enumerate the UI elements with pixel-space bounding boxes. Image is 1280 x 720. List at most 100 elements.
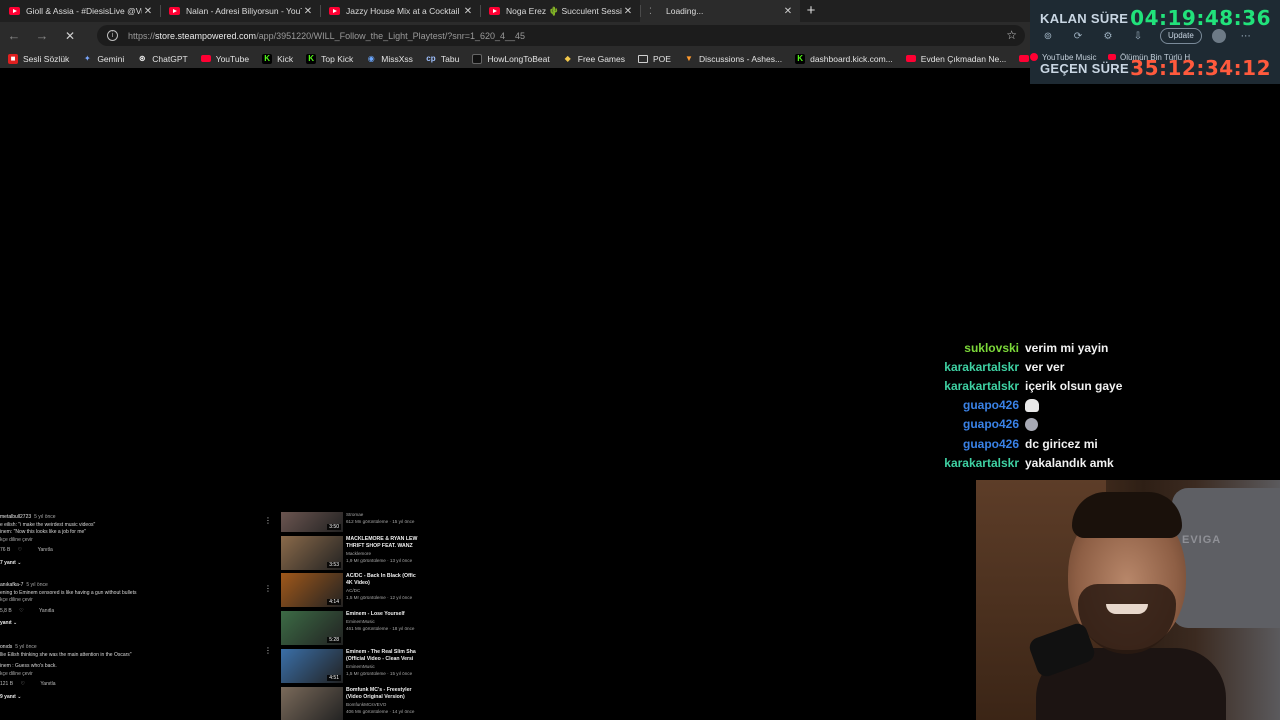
bookmark-star-icon[interactable]: ☆ <box>1006 28 1017 42</box>
video-title[interactable]: Eminem - The Real Slim Sha (Official Vid… <box>346 649 418 663</box>
gamepad-icon[interactable]: ⊚ <box>1040 31 1056 42</box>
view-replies-toggle[interactable]: 9 yanıt ⌄ <box>0 694 270 702</box>
reply-button[interactable]: Yanıtla <box>40 681 55 687</box>
recommended-video[interactable]: Bomfunk MC's - Freestyler (Video Origina… <box>281 687 421 720</box>
translate-link[interactable]: kçe diline çevir <box>0 671 270 679</box>
video-title[interactable]: Eminem - Lose Yourself <box>346 611 418 618</box>
url-host: store.steampowered.com <box>155 30 257 41</box>
bookmark-label: Kick <box>277 53 294 64</box>
browser-tab[interactable]: Gioll & Assia - #DiesisLive @Vulc ✕ <box>0 0 160 22</box>
video-thumbnail[interactable]: 4:14 <box>281 573 343 607</box>
profile-avatar[interactable] <box>1211 29 1226 43</box>
forward-icon[interactable]: → <box>28 28 56 43</box>
bookmark-label: Gemini <box>97 53 125 64</box>
menu-icon[interactable]: ⋯ <box>1238 31 1254 42</box>
browser-tab[interactable]: Nalan - Adresi Biliyorsun - YouTu ✕ <box>160 0 320 22</box>
view-replies-toggle[interactable]: 7 yanıt ⌄ <box>0 560 270 568</box>
bookmark-olumun[interactable]: Ölümün Bin Türlü H <box>1108 53 1190 62</box>
channel-name[interactable]: EminemMusic <box>346 619 420 626</box>
close-tab-icon[interactable]: ✕ <box>302 6 314 17</box>
video-title[interactable]: AC/DC - Back In Black (Offic 4K Video) <box>346 573 418 587</box>
browser-tab[interactable]: ⁚ Loading... ✕ <box>640 0 800 22</box>
comment-author[interactable]: metalbull2723 <box>0 514 31 520</box>
browser-tab[interactable]: Jazzy House Mix at a Cocktail Lou✕ <box>320 0 480 22</box>
download-icon[interactable]: ⇩ <box>1130 31 1146 42</box>
streamer-smile <box>1106 604 1148 614</box>
youtube-icon <box>905 55 916 62</box>
bookmark-item[interactable]: POE <box>638 54 671 64</box>
recommended-video[interactable]: 4:14 AC/DC - Back In Black (Offic 4K Vide… <box>281 573 421 607</box>
back-icon[interactable]: ← <box>0 28 28 43</box>
site-info-icon[interactable]: i <box>107 30 118 41</box>
channel-name[interactable]: BomfunkMCsVEVO <box>346 702 420 709</box>
close-tab-icon[interactable]: ✕ <box>142 6 154 17</box>
bookmark-youtube-music[interactable]: YouTube Music <box>1030 53 1097 62</box>
close-tab-icon[interactable]: ✕ <box>782 6 794 17</box>
gemini-icon: ✦ <box>83 53 91 63</box>
chat-message: karakartalskr içerik olsun gaye <box>940 376 1240 395</box>
chat-message: guapo426 dc giricez mi <box>940 434 1240 453</box>
gaming-chair <box>1172 488 1280 628</box>
video-thumbnail[interactable]: 4:51 <box>281 649 343 683</box>
channel-name[interactable]: AC/DC <box>346 588 420 595</box>
dislike-icon[interactable]: ♡ <box>16 547 23 553</box>
video-duration: 3:53 <box>327 562 341 568</box>
video-title[interactable]: MACKLEMORE & RYAN LEW THRIFT SHOP FEAT. … <box>346 536 418 550</box>
recommended-video[interactable]: 5:28 Eminem - Lose Yourself EminemMusic 461… <box>281 611 421 645</box>
bookmark-item[interactable]: Kdashboard.kick.com... <box>795 53 893 64</box>
update-button[interactable]: Update <box>1160 28 1202 44</box>
youtube-icon <box>1108 54 1116 60</box>
bookmark-item[interactable]: ⊛ ChatGPT <box>137 54 188 64</box>
translate-link[interactable]: kçe diline çevir <box>0 537 270 545</box>
bookmark-item[interactable]: ✦ Gemini <box>82 54 124 64</box>
reply-button[interactable]: Yanıtla <box>39 608 54 614</box>
comment-author[interactable]: anıkafka-7 <box>0 582 23 588</box>
refresh-extension-icon[interactable]: ⟳ <box>1070 31 1086 42</box>
bookmark-item[interactable]: YouTube <box>200 54 249 64</box>
red-square-icon: ■ <box>8 53 18 64</box>
tab-title: Gioll & Assia - #DiesisLive @Vulc <box>26 6 142 16</box>
comment: metalbull2723 5 yıl önce e eilish: "i make… <box>0 514 270 567</box>
reply-button[interactable]: Yanıtla <box>38 547 53 553</box>
dislike-icon[interactable]: ♡ <box>19 681 26 687</box>
translate-link[interactable]: kçe diline çevir <box>0 597 270 605</box>
recommended-video[interactable]: 4:51 Eminem - The Real Slim Sha (Official… <box>281 649 421 683</box>
comment-menu-icon[interactable]: ⋮ <box>264 646 272 655</box>
chat-username: suklovski <box>964 340 1019 355</box>
comment-author[interactable]: onıds <box>0 644 12 650</box>
video-thumbnail[interactable]: 5:28 <box>281 611 343 645</box>
recommended-video[interactable]: 3:50 Stromae 612 Mn görüntüleme · 15 yıl ö… <box>281 512 421 532</box>
stop-loading-icon[interactable]: ✕ <box>56 29 84 43</box>
bookmark-item[interactable]: cp Tabu <box>426 54 459 64</box>
view-replies-toggle[interactable]: yanıt ⌄ <box>0 620 270 628</box>
close-tab-icon[interactable]: ✕ <box>622 6 634 17</box>
video-title[interactable]: Bomfunk MC's - Freestyler (Video Origina… <box>346 687 418 701</box>
bookmark-item[interactable]: ■ Sesli Sözlük <box>8 53 70 64</box>
bookmark-item[interactable]: HowLongToBeat <box>472 53 550 64</box>
bookmark-item[interactable]: ▼ Discussions - Ashes... <box>684 54 782 64</box>
bookmark-item[interactable]: K Top Kick <box>306 53 353 64</box>
address-bar[interactable]: i https://store.steampowered.com/app/395… <box>97 25 1025 46</box>
close-tab-icon[interactable]: ✕ <box>462 6 474 17</box>
comment-menu-icon[interactable]: ⋮ <box>264 516 272 525</box>
bookmark-item[interactable]: ◆ Free Games <box>563 54 625 64</box>
video-meta: 1,9 Mr görüntüleme · 13 yıl önce <box>346 558 413 563</box>
bookmark-item[interactable]: K Kick <box>262 53 294 64</box>
video-thumbnail[interactable]: 3:50 <box>281 512 343 532</box>
bookmark-item[interactable]: ◉ MissXss <box>366 54 413 64</box>
video-thumbnail[interactable] <box>281 687 343 720</box>
channel-name[interactable]: EminemMusic <box>346 664 420 671</box>
dislike-icon[interactable]: ♡ <box>18 608 25 614</box>
recommended-video[interactable]: 3:53 MACKLEMORE & RYAN LEW THRIFT SHOP FE… <box>281 536 421 570</box>
video-thumbnail[interactable]: 3:53 <box>281 536 343 570</box>
chat-username: karakartalskr <box>944 359 1019 374</box>
browser-tab[interactable]: Noga Erez 🌵 Succulent Sessions✕ <box>480 0 640 22</box>
channel-name[interactable]: Macklemore <box>346 551 420 558</box>
channel-name[interactable]: Stromae <box>346 512 420 519</box>
new-tab-button[interactable]: + <box>800 0 822 22</box>
comment-menu-icon[interactable]: ⋮ <box>264 584 272 593</box>
video-meta: 406 Mn görüntüleme · 14 yıl önce <box>346 709 415 714</box>
puzzle-icon[interactable]: ⚙ <box>1100 31 1116 42</box>
bookmark-label: Sesli Sözlük <box>23 53 70 64</box>
bookmark-item[interactable]: Evden Çıkmadan Ne... <box>905 54 1006 64</box>
